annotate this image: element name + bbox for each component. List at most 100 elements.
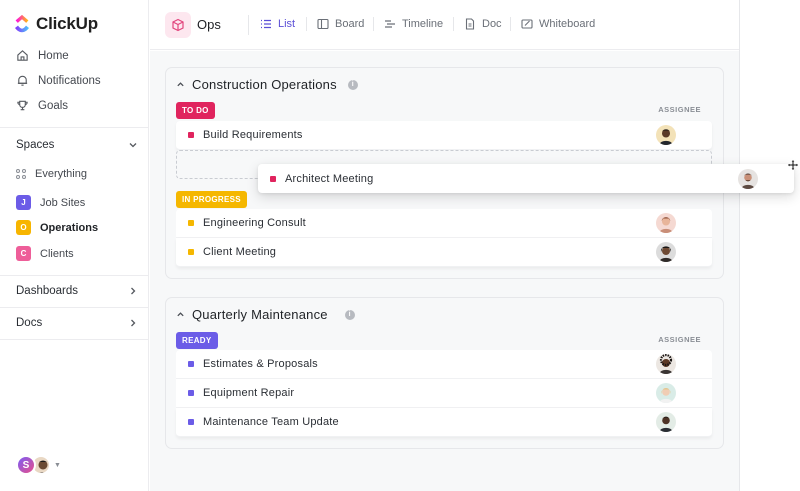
list-icon [261, 19, 271, 29]
whiteboard-icon [521, 19, 533, 29]
tab-divider [510, 17, 511, 31]
view-header: Ops List Board Timeline Doc Whiteboard [150, 0, 739, 50]
tab-label: Whiteboard [539, 18, 596, 30]
caret-down-icon: ▼ [54, 461, 61, 469]
task-name[interactable]: Build Requirements [203, 129, 303, 141]
list-title: Quarterly Maintenance [192, 307, 328, 322]
sidebar-item-notifications[interactable]: Notifications [16, 74, 101, 87]
sidebar-item-goals[interactable]: Goals [16, 99, 68, 112]
dashboards-header[interactable]: Dashboards [16, 285, 138, 297]
dashboards-label: Dashboards [16, 285, 79, 297]
tab-list[interactable]: List [260, 18, 295, 30]
tab-divider [453, 17, 454, 31]
assignee-avatar[interactable] [656, 383, 676, 403]
sidebar-item-clients[interactable]: C Clients [16, 246, 74, 261]
dragging-task-card[interactable]: Architect Meeting [258, 164, 794, 193]
task-row[interactable]: Client Meeting [176, 238, 712, 267]
assignee-column-header: ASSIGNEE [658, 335, 701, 344]
status-badge-ready[interactable]: READY [176, 332, 218, 349]
tab-label: Board [335, 18, 365, 30]
list-header[interactable]: Construction Operations i [176, 77, 358, 92]
tab-label: Timeline [402, 18, 444, 30]
tab-divider [306, 17, 307, 31]
task-row[interactable]: Maintenance Team Update [176, 408, 712, 437]
space-avatar-j: J [16, 195, 31, 210]
task-row[interactable]: Engineering Consult [176, 209, 712, 238]
docs-header[interactable]: Docs [16, 317, 138, 329]
assignee-avatar[interactable] [656, 125, 676, 145]
sidebar-item-label: Everything [35, 168, 87, 180]
header-divider [248, 15, 249, 35]
spaces-header[interactable]: Spaces [16, 139, 138, 151]
task-row[interactable]: Estimates & Proposals [176, 350, 712, 379]
task-name[interactable]: Equipment Repair [203, 387, 294, 399]
sidebar-divider [0, 339, 149, 340]
sidebar-item-label: Home [38, 49, 69, 62]
assignee-avatar[interactable] [656, 213, 676, 233]
info-icon[interactable]: i [347, 79, 358, 90]
tab-doc[interactable]: Doc [464, 18, 502, 30]
status-dot [188, 419, 194, 425]
spaces-label: Spaces [16, 139, 55, 151]
list-title: Construction Operations [192, 77, 337, 92]
assignee-avatar[interactable] [656, 242, 676, 262]
status-dot [270, 175, 276, 182]
sidebar-item-label: Goals [38, 99, 69, 112]
everything-icon [16, 169, 26, 179]
tab-timeline[interactable]: Timeline [384, 18, 443, 30]
tab-label: Doc [482, 18, 502, 30]
brand-name: ClickUp [36, 14, 98, 33]
status-dot [188, 132, 194, 138]
task-name[interactable]: Maintenance Team Update [203, 416, 339, 428]
sidebar-item-label: Job Sites [40, 196, 86, 209]
status-dot [188, 249, 194, 255]
chevron-right-icon[interactable] [128, 286, 138, 296]
sidebar-item-job-sites[interactable]: J Job Sites [16, 195, 85, 210]
task-name[interactable]: Engineering Consult [203, 217, 306, 229]
task-name[interactable]: Client Meeting [203, 246, 276, 258]
sidebar-divider [0, 127, 149, 128]
status-dot [188, 361, 194, 367]
task-row[interactable]: Build Requirements [176, 121, 712, 150]
status-dot [188, 220, 194, 226]
chevron-up-icon[interactable] [176, 80, 185, 89]
tab-label: List [278, 18, 296, 30]
list-quarterly-maintenance: Quarterly Maintenance i READY ASSIGNEE E… [165, 297, 724, 449]
sidebar-divider [0, 275, 149, 276]
sidebar-item-label: Operations [40, 221, 99, 234]
list-header[interactable]: Quarterly Maintenance i [176, 307, 355, 322]
sidebar-item-operations[interactable]: O Operations [16, 220, 98, 235]
sidebar-item-everything[interactable]: Everything [16, 168, 87, 180]
bell-icon [17, 75, 28, 86]
assignee-avatar[interactable] [738, 168, 758, 189]
user-avatar: S [16, 455, 36, 475]
space-cube-icon [165, 12, 191, 38]
info-icon[interactable]: i [344, 309, 355, 320]
clickup-logo[interactable]: ClickUp [14, 14, 98, 34]
doc-icon [465, 18, 475, 30]
sidebar-item-home[interactable]: Home [16, 49, 69, 62]
app-window: ClickUp Home Notifications Goals Spaces … [0, 0, 740, 491]
space-title: Ops [197, 17, 221, 32]
tab-board[interactable]: Board [317, 18, 364, 30]
task-name[interactable]: Estimates & Proposals [203, 358, 318, 370]
task-row[interactable]: Equipment Repair [176, 379, 712, 408]
status-badge-todo[interactable]: TO DO [176, 102, 215, 119]
sidebar-divider [0, 307, 149, 308]
docs-label: Docs [16, 317, 43, 329]
status-badge-in-progress[interactable]: IN PROGRESS [176, 191, 247, 208]
clickup-logo-icon [15, 14, 29, 33]
timeline-icon [385, 20, 395, 28]
tab-whiteboard[interactable]: Whiteboard [521, 18, 595, 30]
chevron-up-icon[interactable] [176, 310, 185, 319]
space-avatar-c: C [16, 246, 31, 261]
user-menu[interactable]: S ▼ [16, 455, 61, 475]
assignee-avatar[interactable] [656, 354, 676, 374]
chevron-right-icon[interactable] [128, 318, 138, 328]
chevron-down-icon[interactable] [128, 140, 138, 150]
move-cursor-icon [787, 159, 799, 171]
assignee-avatar[interactable] [656, 412, 676, 432]
board-icon [317, 18, 329, 30]
trophy-icon [17, 100, 28, 111]
task-name[interactable]: Architect Meeting [285, 173, 373, 185]
